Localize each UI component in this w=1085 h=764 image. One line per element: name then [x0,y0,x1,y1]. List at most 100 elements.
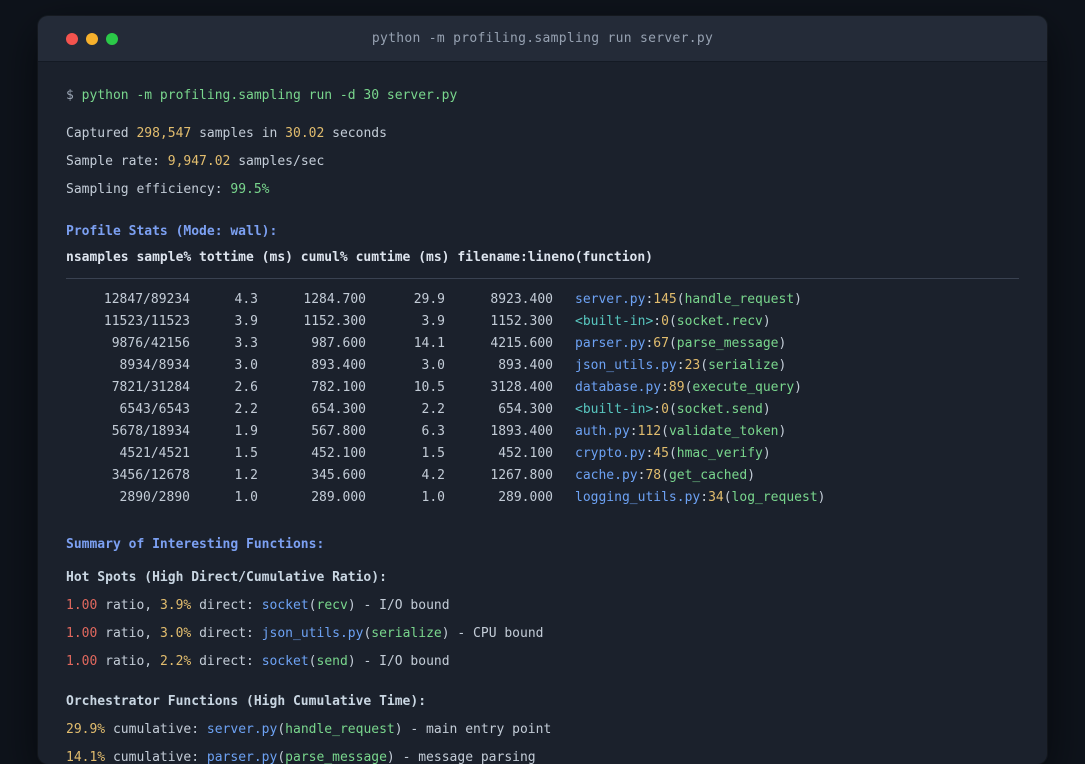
text-segment: ) [794,292,802,307]
stat-cell: 12847/89234 [103,292,190,307]
text-segment: 89 [668,380,685,395]
text-segment: ( [676,292,685,307]
stat-cell: 1152.300 [303,314,366,329]
text-segment: ( [668,402,677,417]
text-segment: 298,547 [136,126,192,141]
text-segment: Sampling efficiency: [66,182,231,197]
stat-cell: 9876/42156 [111,336,190,351]
profile-row: 9876/42156 3.3 987.600 14.1 4215.600 parser.p… [66,333,1019,355]
stat-cell: 654.300 [311,402,366,417]
minimize-button[interactable] [86,32,98,45]
text-segment: ) [441,626,450,641]
text-segment: ) [347,654,356,669]
stat-cell: 4.3 [234,292,258,307]
text-segment: parse_message [285,750,387,764]
text-segment: 3.0% [159,626,192,641]
text-segment: : [653,402,662,417]
text-segment: execute_query [692,380,795,395]
text-segment: cumulative: [105,750,207,764]
stat-cell: 567.800 [311,424,366,439]
stat-cell: 782.100 [311,380,366,395]
function-cell: json_utils.py:23(serialize) [553,355,1019,377]
terminal-line: 1.00 ratio, 3.9% direct: socket(recv) - … [66,592,1019,620]
text-segment: parser.py [575,336,646,351]
text-segment: - message parsing [394,750,536,764]
text-segment: $ [66,88,82,103]
text-segment: samples in [191,126,286,141]
text-segment: 67 [653,336,669,351]
stat-cell: 2890/2890 [119,490,190,505]
function-cell: auth.py:112(validate_token) [553,421,1019,443]
stat-cell: 893.400 [498,358,553,373]
text-segment: socket [261,598,309,613]
stat-cell: 3.0 [421,358,445,373]
profile-table-header: nsamples sample% tottime (ms) cumul% cum… [66,250,653,265]
text-segment: hmac_verify [676,446,763,461]
text-segment: recv [316,598,348,613]
text-segment: seconds [324,126,387,141]
close-button[interactable] [66,32,78,45]
text-segment: : [653,314,662,329]
profile-row: 5678/18934 1.9 567.800 6.3 1893.400 auth.py:1… [66,421,1019,443]
text-segment: 14.1% [66,750,106,764]
stat-cell: 1.0 [421,490,445,505]
terminal-line: $ python -m profiling.sampling run -d 30… [66,82,1019,110]
text-segment: socket.send [676,402,763,417]
text-segment: : [676,358,685,373]
terminal-output: $ python -m profiling.sampling run -d 30… [38,62,1047,764]
table-divider [66,278,1019,279]
text-segment: 3.9% [159,598,192,613]
orchestrators-heading: Orchestrator Functions (High Cumulative … [66,694,427,709]
text-segment: 1.00 [66,654,98,669]
function-cell: crypto.py:45(hmac_verify) [553,443,1019,465]
text-segment: get_cached [668,468,748,483]
terminal-line: Captured 298,547 samples in 30.02 second… [66,120,1019,148]
maximize-button[interactable] [106,32,118,45]
stat-cell: 452.100 [498,446,553,461]
profile-row: 3456/12678 1.2 345.600 4.2 1267.800 cache.py:… [66,465,1019,487]
stat-cell: 3.0 [234,358,258,373]
stat-cell: 5678/18934 [111,424,190,439]
text-segment: ratio, [97,626,160,641]
terminal-window: python -m profiling.sampling run server.… [38,16,1047,764]
hot-spots-heading: Hot Spots (High Direct/Cumulative Ratio)… [66,570,387,585]
stat-cell: 7821/31284 [111,380,190,395]
stat-cell: 1267.800 [490,468,553,483]
text-segment: 1.00 [66,598,98,613]
text-segment: <built-in> [575,314,654,329]
text-segment: ) [386,750,395,764]
text-segment: ( [700,358,709,373]
text-segment: socket [261,654,309,669]
text-segment: json_utils.py [261,626,364,641]
profile-row: 4521/4521 1.5 452.100 1.5 452.100 crypto.py:4… [66,443,1019,465]
text-segment: 112 [637,424,662,439]
function-cell: logging_utils.py:34(log_request) [553,487,1019,509]
stat-cell: 3.3 [234,336,258,351]
titlebar[interactable]: python -m profiling.sampling run server.… [38,16,1047,62]
text-segment: ( [308,598,317,613]
text-segment: : [661,380,669,395]
text-segment: ) [762,314,771,329]
function-cell: <built-in>:0(socket.recv) [553,311,1019,333]
orchestrator-lines: 29.9% cumulative: server.py(handle_reque… [66,716,1019,764]
text-segment: parse_message [676,336,779,351]
stat-cell: 6.3 [421,424,445,439]
text-segment: handle_request [684,292,795,307]
text-segment: direct: [191,598,262,613]
text-segment: ( [661,468,669,483]
text-segment: 99.5% [230,182,270,197]
stat-cell: 2.2 [421,402,445,417]
text-segment: handle_request [285,722,395,737]
text-segment: ) [762,446,771,461]
stat-cell: 452.100 [311,446,366,461]
text-segment: direct: [191,626,262,641]
text-segment: 78 [645,468,662,483]
stat-cell: 654.300 [498,402,553,417]
profile-row: 11523/11523 3.9 1152.300 3.9 1152.300 <built-… [66,311,1019,333]
text-segment: ) [794,380,802,395]
text-segment: ratio, [97,598,160,613]
text-segment: ( [668,336,677,351]
text-segment: 2.2% [159,654,192,669]
text-segment: serialize [708,358,779,373]
text-segment: Sample rate: [66,154,168,169]
